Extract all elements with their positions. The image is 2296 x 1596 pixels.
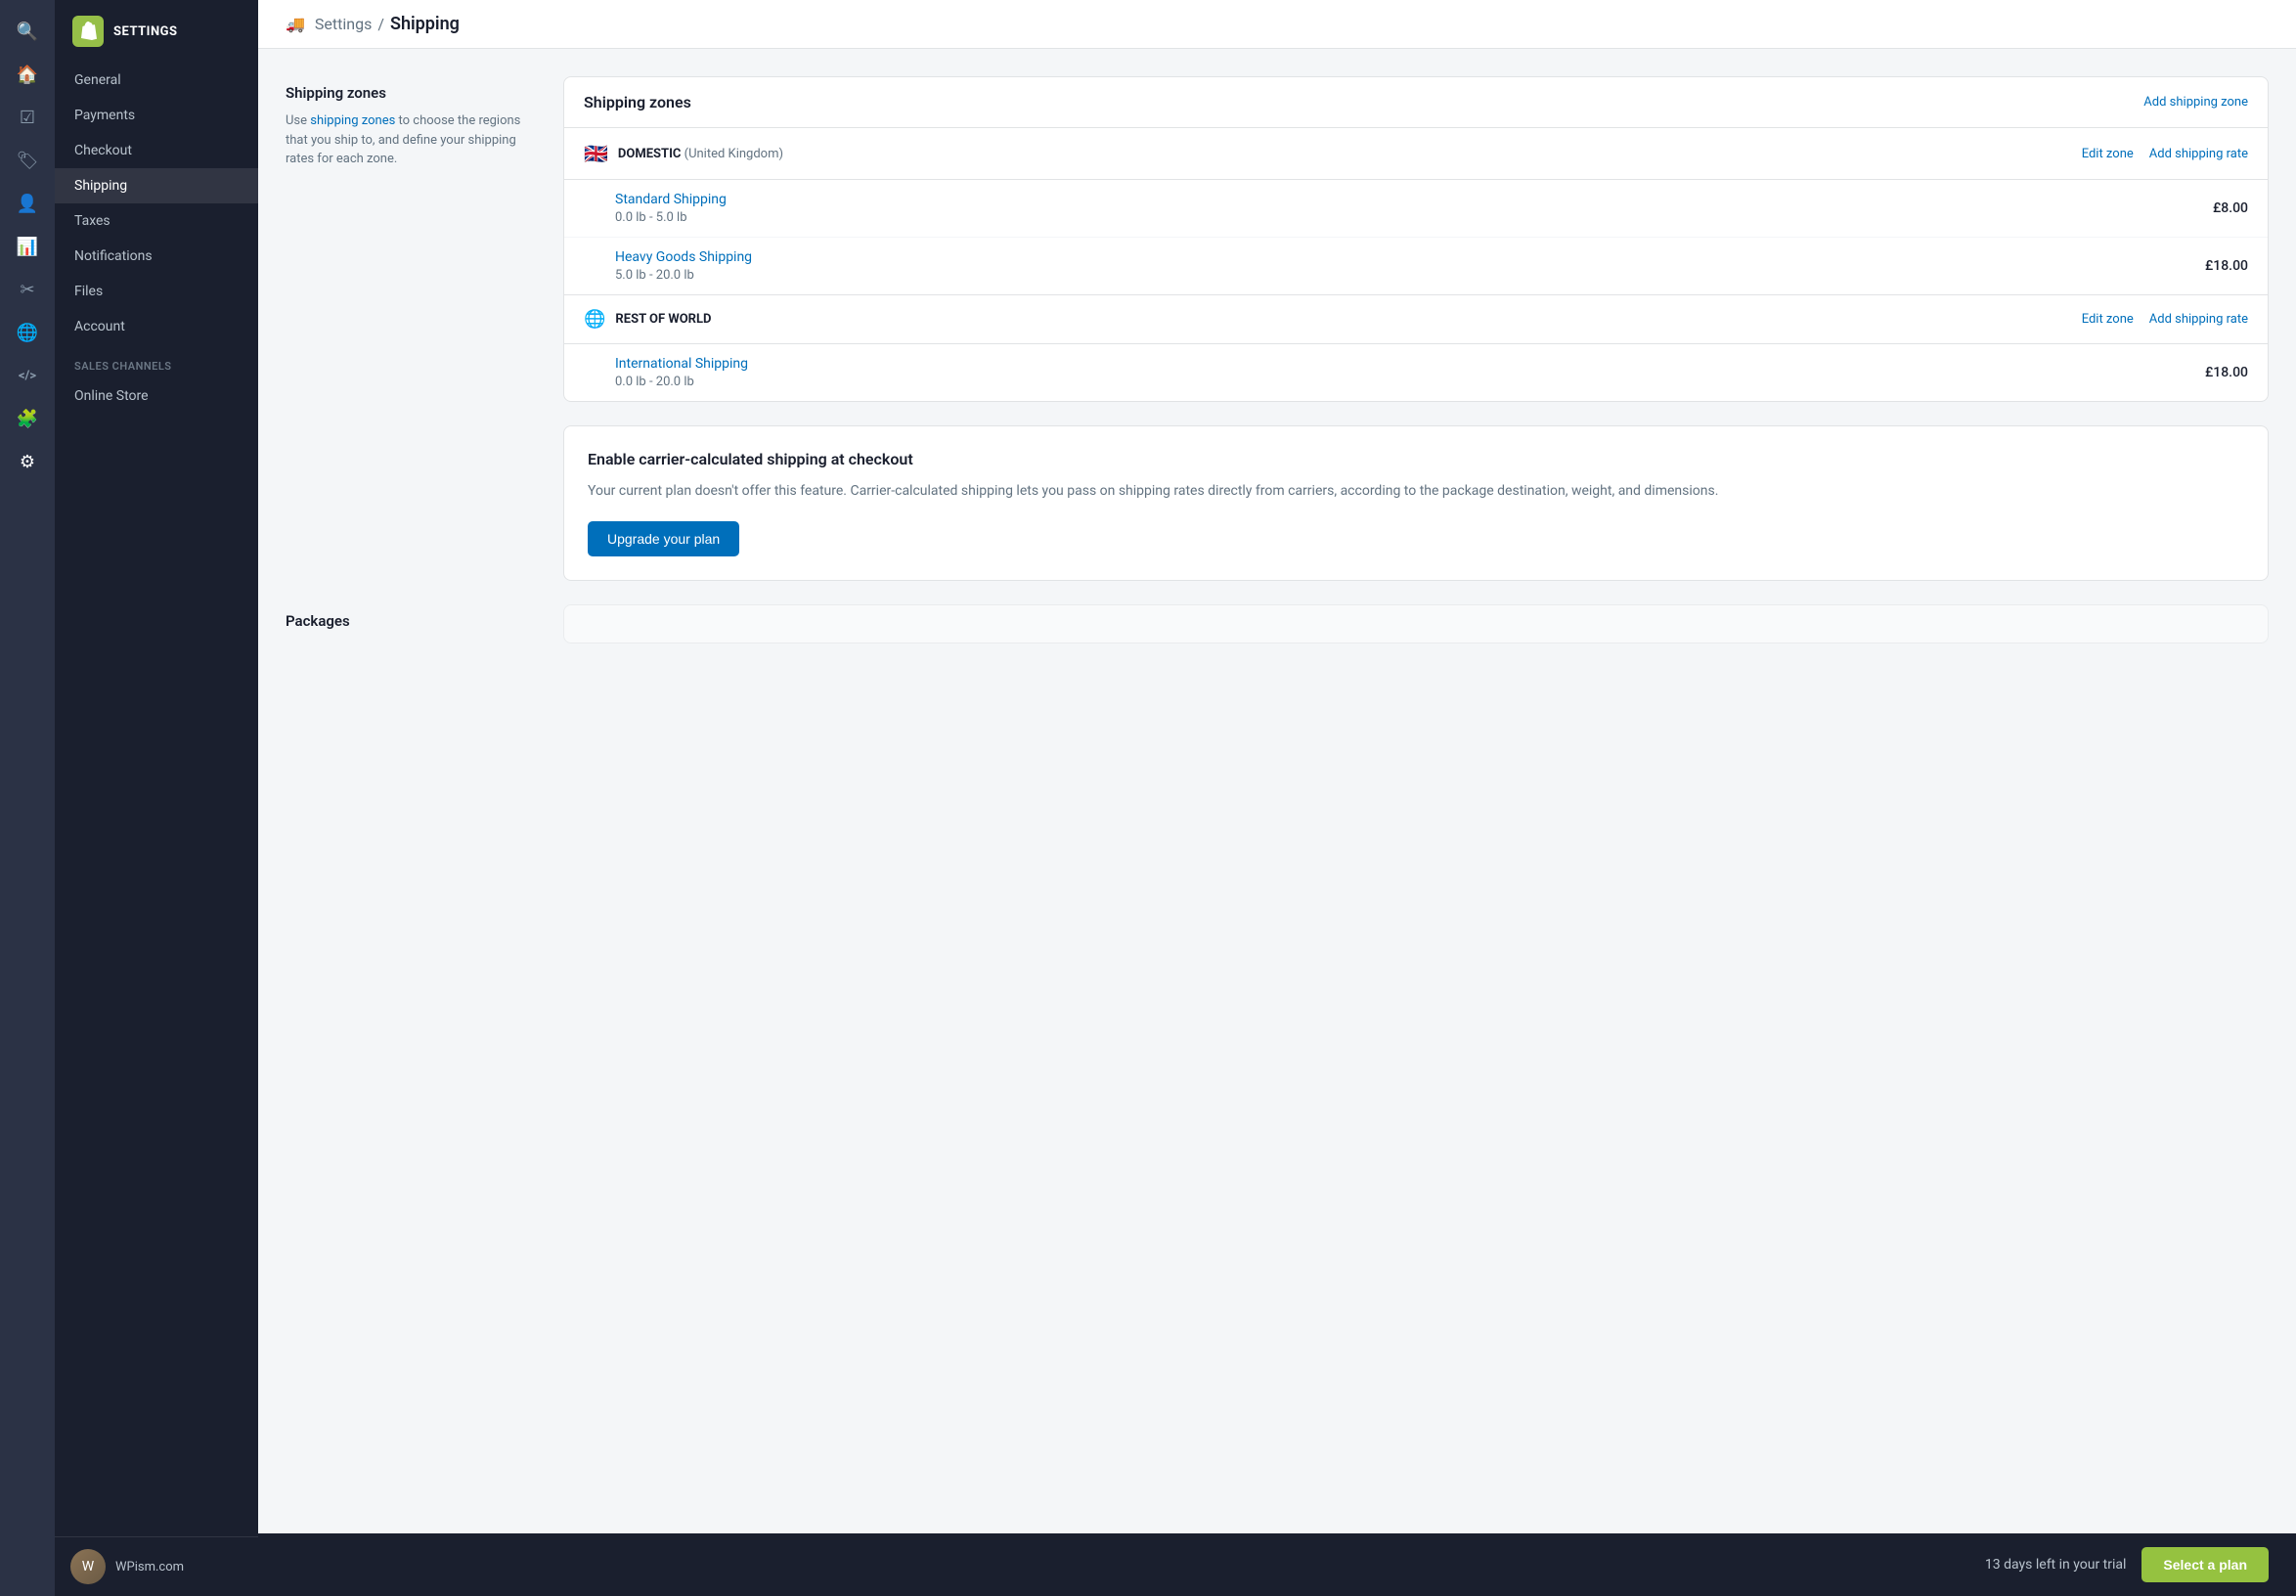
customers-icon[interactable]: 👤 bbox=[8, 184, 47, 223]
breadcrumb: Settings / Shipping bbox=[315, 14, 460, 34]
search-icon[interactable]: 🔍 bbox=[8, 12, 47, 51]
breadcrumb-settings[interactable]: Settings bbox=[315, 15, 372, 33]
analytics-icon[interactable]: 📊 bbox=[8, 227, 47, 266]
sidebar-item-shipping[interactable]: Shipping bbox=[55, 168, 258, 203]
breadcrumb-separator: / bbox=[377, 15, 384, 33]
domestic-zone-actions: Edit zone Add shipping rate bbox=[2082, 147, 2248, 161]
domestic-zone-name: DOMESTIC (United Kingdom) bbox=[618, 147, 2072, 161]
breadcrumb-current: Shipping bbox=[390, 14, 460, 34]
upgrade-plan-button[interactable]: Upgrade your plan bbox=[588, 521, 739, 556]
section-desc-title: Shipping zones bbox=[286, 84, 540, 102]
marketing-icon[interactable]: ✂ bbox=[8, 270, 47, 309]
icon-sidebar: 🔍 🏠 ☑ 🏷 👤 📊 ✂ 🌐 </> 🧩 ⚙ bbox=[0, 0, 55, 1596]
avatar: W bbox=[70, 1549, 106, 1584]
heavy-rate-info: Heavy Goods Shipping 5.0 lb - 20.0 lb bbox=[615, 249, 2205, 283]
packages-label: Packages bbox=[286, 612, 540, 630]
card-title: Shipping zones bbox=[584, 93, 691, 111]
main-content: 🚚 Settings / Shipping Shipping zones Use… bbox=[258, 0, 2296, 1596]
card-header: Shipping zones Add shipping zone bbox=[564, 77, 2268, 128]
shipping-zones-card: Shipping zones Add shipping zone 🇬🇧 DOME… bbox=[563, 76, 2269, 402]
domestic-add-rate[interactable]: Add shipping rate bbox=[2149, 147, 2248, 161]
row-zone-name: REST OF WORLD bbox=[615, 312, 2071, 327]
domestic-country: (United Kingdom) bbox=[684, 147, 783, 161]
domestic-zone: 🇬🇧 DOMESTIC (United Kingdom) Edit zone A… bbox=[564, 128, 2268, 294]
sidebar-item-account[interactable]: Account bbox=[55, 309, 258, 344]
sidebar-item-taxes[interactable]: Taxes bbox=[55, 203, 258, 239]
carrier-desc bbox=[286, 425, 540, 581]
top-bar: 🚚 Settings / Shipping bbox=[258, 0, 2296, 49]
home-icon[interactable]: 🏠 bbox=[8, 55, 47, 94]
sidebar-nav: General Payments Checkout Shipping Taxes… bbox=[55, 63, 258, 1536]
sidebar-item-notifications[interactable]: Notifications bbox=[55, 239, 258, 274]
packages-card bbox=[563, 604, 2269, 643]
carrier-title: Enable carrier-calculated shipping at ch… bbox=[588, 450, 2244, 468]
gear-icon[interactable]: ⚙ bbox=[8, 442, 47, 481]
heavy-rate-weight: 5.0 lb - 20.0 lb bbox=[615, 268, 694, 283]
international-rate-info: International Shipping 0.0 lb - 20.0 lb bbox=[615, 356, 2205, 389]
row-zone-header: 🌐 REST OF WORLD Edit zone Add shipping r… bbox=[564, 295, 2268, 344]
row-add-rate[interactable]: Add shipping rate bbox=[2149, 312, 2248, 327]
carrier-description: Your current plan doesn't offer this fea… bbox=[588, 480, 2244, 502]
sidebar-item-general[interactable]: General bbox=[55, 63, 258, 98]
heavy-goods-row: Heavy Goods Shipping 5.0 lb - 20.0 lb £1… bbox=[564, 238, 2268, 294]
heavy-rate-price: £18.00 bbox=[2205, 258, 2248, 274]
packages-desc: Packages bbox=[286, 604, 540, 643]
orders-icon[interactable]: ☑ bbox=[8, 98, 47, 137]
heavy-rate-name[interactable]: Heavy Goods Shipping bbox=[615, 249, 2205, 265]
international-rate-name[interactable]: International Shipping bbox=[615, 356, 2205, 372]
carrier-card: Enable carrier-calculated shipping at ch… bbox=[563, 425, 2269, 581]
sidebar-item-online-store[interactable]: Online Store bbox=[55, 378, 258, 414]
sidebar-item-checkout[interactable]: Checkout bbox=[55, 133, 258, 168]
store-name: WPism.com bbox=[115, 1560, 184, 1574]
standard-rate-info: Standard Shipping 0.0 lb - 5.0 lb bbox=[615, 192, 2213, 225]
international-rate-price: £18.00 bbox=[2205, 365, 2248, 380]
add-shipping-zone-link[interactable]: Add shipping zone bbox=[2143, 95, 2248, 110]
row-edit-zone[interactable]: Edit zone bbox=[2082, 312, 2134, 327]
code-icon[interactable]: </> bbox=[8, 356, 47, 395]
nav-section-sales-channels: Sales channels bbox=[55, 344, 258, 378]
shipping-zones-desc: Shipping zones Use shipping zones to cho… bbox=[286, 76, 540, 402]
row-flag: 🌐 bbox=[584, 309, 605, 330]
shipping-zones-row: Shipping zones Use shipping zones to cho… bbox=[286, 76, 2269, 402]
page-body: Shipping zones Use shipping zones to cho… bbox=[258, 49, 2296, 1533]
rest-of-world-zone: 🌐 REST OF WORLD Edit zone Add shipping r… bbox=[564, 295, 2268, 401]
row-zone-actions: Edit zone Add shipping rate bbox=[2082, 312, 2248, 327]
domestic-edit-zone[interactable]: Edit zone bbox=[2082, 147, 2134, 161]
trial-bar: 13 days left in your trial Select a plan bbox=[258, 1533, 2296, 1596]
puzzle-icon[interactable]: 🧩 bbox=[8, 399, 47, 438]
standard-rate-weight: 0.0 lb - 5.0 lb bbox=[615, 210, 687, 225]
shipping-zones-link[interactable]: shipping zones bbox=[310, 113, 395, 128]
domestic-flag: 🇬🇧 bbox=[584, 142, 608, 165]
select-plan-button[interactable]: Select a plan bbox=[2141, 1547, 2269, 1582]
trial-text: 13 days left in your trial bbox=[1985, 1557, 2126, 1573]
nav-sidebar: SETTINGS General Payments Checkout Shipp… bbox=[55, 0, 258, 1596]
sidebar-bottom: W WPism.com bbox=[55, 1536, 258, 1596]
shopify-logo bbox=[72, 16, 104, 47]
standard-rate-price: £8.00 bbox=[2213, 200, 2248, 216]
international-shipping-row: International Shipping 0.0 lb - 20.0 lb … bbox=[564, 344, 2268, 401]
sidebar-item-files[interactable]: Files bbox=[55, 274, 258, 309]
globe-icon[interactable]: 🌐 bbox=[8, 313, 47, 352]
standard-shipping-row: Standard Shipping 0.0 lb - 5.0 lb £8.00 bbox=[564, 180, 2268, 238]
carrier-section-row: Enable carrier-calculated shipping at ch… bbox=[286, 425, 2269, 581]
shipping-breadcrumb-icon: 🚚 bbox=[286, 15, 305, 33]
sidebar-header: SETTINGS bbox=[55, 0, 258, 63]
sidebar-title: SETTINGS bbox=[113, 24, 178, 39]
section-desc-text: Use shipping zones to choose the regions… bbox=[286, 111, 540, 169]
packages-section-row: Packages bbox=[286, 604, 2269, 643]
standard-rate-name[interactable]: Standard Shipping bbox=[615, 192, 2213, 207]
tags-icon[interactable]: 🏷 bbox=[8, 141, 47, 180]
sidebar-item-payments[interactable]: Payments bbox=[55, 98, 258, 133]
international-rate-weight: 0.0 lb - 20.0 lb bbox=[615, 375, 694, 389]
domestic-zone-header: 🇬🇧 DOMESTIC (United Kingdom) Edit zone A… bbox=[564, 128, 2268, 180]
